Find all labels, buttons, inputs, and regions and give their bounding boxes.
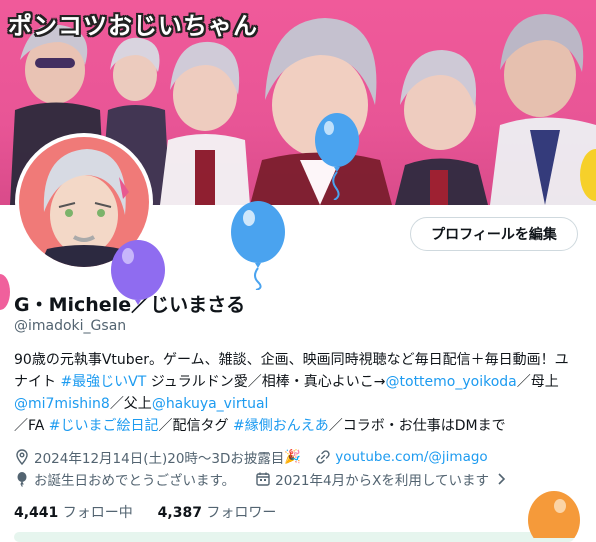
hashtag-link[interactable]: #最強じいVT: [60, 374, 146, 390]
meta-row-2: お誕生日おめでとうございます。 2021年4月からXを利用しています: [14, 469, 513, 489]
birthday-text: お誕生日おめでとうございます。: [34, 473, 236, 489]
joined-date: 2021年4月からXを利用しています: [275, 473, 489, 489]
bio-text: ／母上: [516, 374, 559, 390]
followers-count: 4,387: [157, 505, 202, 521]
following-label: フォロー中: [62, 505, 133, 521]
balloon-icon: [17, 472, 27, 487]
calendar-icon: [256, 472, 270, 486]
bio-text: ジュラルドン愛／相棒・真心よいこ→: [146, 374, 386, 390]
following-count: 4,441: [14, 505, 59, 521]
balloon-decoration: [528, 491, 580, 538]
location-text: 2024年12月14日(土)20時～3Dお披露目: [34, 451, 285, 467]
hashtag-link[interactable]: #縁側おんえあ: [233, 418, 329, 434]
website-link[interactable]: youtube.com/@jimago: [335, 449, 487, 465]
user-handle: @imadoki_Gsan: [14, 318, 127, 334]
bottom-strip: [14, 532, 574, 542]
balloon-decoration: [0, 274, 10, 310]
hashtag-link[interactable]: #じいまご絵日記: [49, 418, 159, 434]
location-pin-icon: [16, 449, 28, 465]
banner-title: ポンコツおじいちゃん: [8, 12, 258, 40]
link-icon: [316, 450, 330, 464]
profile-bio: 90歳の元執事Vtuber。ゲーム、雑談、企画、映画同時視聴など毎日配信＋毎日動…: [14, 349, 574, 437]
party-emoji: 🎉: [284, 449, 302, 465]
balloon-decoration: [111, 240, 165, 305]
edit-profile-button[interactable]: プロフィールを編集: [410, 217, 578, 251]
bio-text: ／配信タグ: [158, 418, 233, 434]
mention-link[interactable]: @mi7mishin8: [14, 396, 110, 412]
following-stat[interactable]: 4,441 フォロー中: [14, 505, 133, 521]
follow-stats: 4,441 フォロー中 4,387 フォロワー: [14, 502, 276, 522]
mention-link[interactable]: @tottemo_yoikoda: [386, 374, 517, 390]
followers-stat[interactable]: 4,387 フォロワー: [158, 505, 277, 521]
chevron-right-icon[interactable]: [493, 471, 509, 487]
meta-row-1: 2024年12月14日(土)20時～3Dお披露目 🎉 youtube.com/@…: [14, 447, 488, 467]
followers-label: フォロワー: [206, 505, 277, 521]
balloon-decoration: [580, 149, 596, 201]
bio-text: ／コラボ・お仕事はDMまで: [328, 418, 506, 434]
balloon-decoration: [231, 201, 285, 290]
mention-link[interactable]: @hakuya_virtual: [152, 396, 269, 412]
balloon-decoration: [315, 113, 359, 200]
bio-text: ／父上: [109, 396, 152, 412]
bio-text: ／FA: [14, 418, 49, 434]
